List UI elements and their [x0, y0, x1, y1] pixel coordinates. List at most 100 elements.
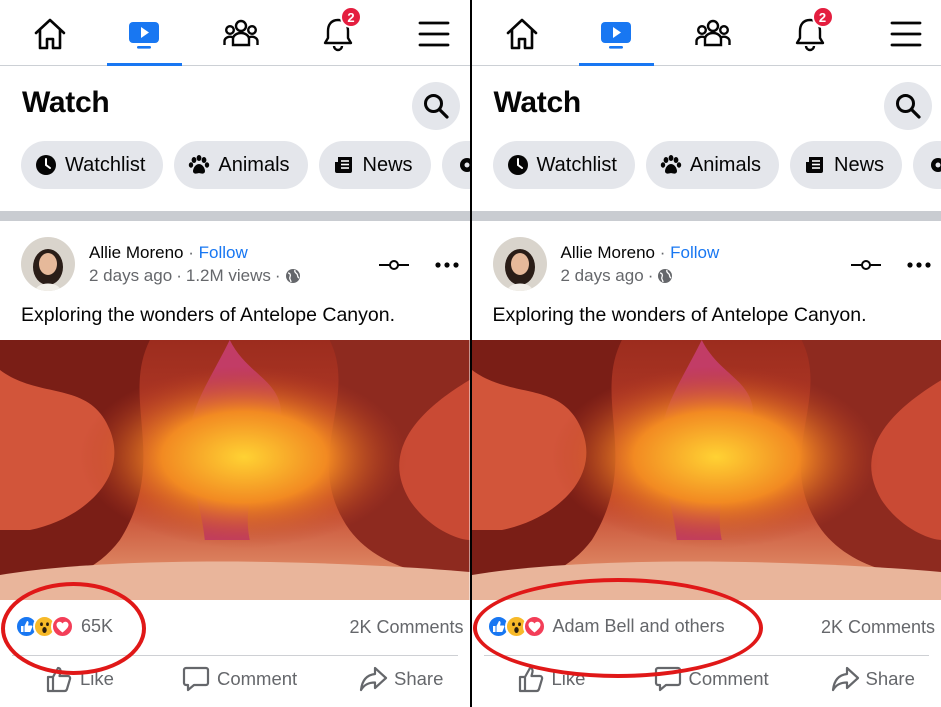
page-title: Watch — [493, 86, 582, 119]
post-video[interactable] — [0, 340, 470, 600]
category-chips: Watchlist Animals News — [21, 141, 470, 189]
reactions-summary[interactable]: 65K — [15, 615, 113, 638]
newspaper-icon — [334, 157, 352, 173]
search-button[interactable] — [883, 82, 932, 130]
chip-more[interactable] — [441, 141, 470, 189]
watch-icon — [129, 22, 159, 49]
gear-icon — [931, 158, 941, 172]
chip-label: Watchlist — [536, 153, 617, 176]
like-label: Like — [551, 668, 586, 689]
avatar[interactable] — [21, 237, 75, 291]
separator-dot: · — [188, 243, 194, 262]
search-icon — [895, 94, 921, 119]
chip-more[interactable] — [913, 141, 941, 189]
save-icon[interactable] — [378, 255, 410, 275]
watch-icon — [600, 22, 631, 49]
nav-watch-button[interactable] — [120, 10, 168, 58]
share-button[interactable]: Share — [358, 664, 443, 694]
paw-icon — [660, 155, 682, 174]
share-button[interactable]: Share — [830, 664, 915, 694]
thumbs-up-icon — [46, 666, 72, 693]
active-tab-indicator — [107, 63, 182, 66]
comment-icon — [182, 666, 210, 692]
search-icon — [424, 94, 449, 119]
chip-label: News — [834, 153, 885, 176]
reactions-summary[interactable]: Adam Bell and others — [486, 615, 725, 638]
nav-groups-button[interactable] — [689, 10, 737, 58]
separator-dot: · — [274, 266, 281, 285]
nav-notifications-button[interactable]: 2 — [786, 6, 834, 58]
canyon-image — [0, 340, 470, 600]
menu-icon — [890, 21, 921, 47]
avatar[interactable] — [492, 237, 547, 291]
reactions-count: 65K — [81, 616, 114, 636]
notification-badge: 2 — [340, 6, 362, 28]
author-name[interactable]: Allie Moreno — [89, 243, 184, 262]
comment-icon — [654, 666, 681, 692]
comment-label: Comment — [217, 668, 298, 689]
post-time: 2 days ago — [89, 266, 173, 285]
nav-watch-button[interactable] — [592, 10, 640, 58]
more-options-icon[interactable] — [905, 256, 933, 274]
chip-news[interactable]: News — [790, 141, 903, 189]
chip-label: Animals — [218, 153, 290, 176]
save-icon[interactable] — [850, 255, 882, 275]
comment-button[interactable]: Comment — [653, 664, 769, 694]
chip-label: News — [362, 153, 413, 176]
like-button[interactable]: Like — [516, 664, 586, 694]
comments-count[interactable]: 2K Comments — [821, 617, 935, 638]
newspaper-icon — [806, 157, 824, 173]
active-tab-indicator — [578, 63, 654, 66]
section-divider — [471, 211, 941, 221]
share-label: Share — [394, 668, 444, 689]
follow-link[interactable]: Follow — [670, 243, 719, 262]
chip-watchlist[interactable]: Watchlist — [492, 141, 635, 189]
nav-home-button[interactable] — [498, 10, 546, 58]
separator-dot: · — [659, 243, 666, 262]
post-meta: 2 days ago · — [561, 266, 674, 286]
post-author-line: Allie Moreno · Follow — [89, 243, 248, 263]
comment-button[interactable]: Comment — [181, 664, 297, 694]
author-name[interactable]: Allie Moreno — [561, 243, 656, 262]
top-nav-bar: 2 — [471, 0, 941, 66]
paw-icon — [189, 155, 210, 174]
share-icon — [831, 666, 859, 692]
like-button[interactable]: Like — [44, 664, 114, 694]
nav-groups-button[interactable] — [217, 10, 265, 58]
home-icon — [506, 18, 537, 50]
post-meta: 2 days ago · 1.2M views · — [89, 266, 301, 286]
gear-icon — [459, 158, 470, 172]
post-video[interactable] — [471, 340, 941, 600]
nav-menu-button[interactable] — [410, 10, 458, 58]
nav-notifications-button[interactable]: 2 — [314, 6, 362, 58]
reactions-names: Adam Bell and others — [552, 616, 725, 636]
chip-label: Watchlist — [65, 153, 146, 176]
post-actions: Like Comment Share — [0, 664, 470, 700]
chip-animals[interactable]: Animals — [645, 141, 780, 189]
share-label: Share — [865, 668, 915, 689]
share-icon — [359, 666, 388, 692]
panel-left: 2 Watch Watchlist Animals News Allie Mor… — [0, 0, 470, 707]
chip-watchlist[interactable]: Watchlist — [21, 141, 164, 189]
nav-menu-button[interactable] — [882, 10, 930, 58]
panel-right: 2 Watch Watchlist Animals News Allie Mor… — [471, 0, 941, 707]
separator-dot: · — [176, 266, 182, 285]
comparison-stage: 2 Watch Watchlist Animals News Allie Mor… — [0, 0, 941, 707]
follow-link[interactable]: Follow — [199, 243, 248, 262]
chip-animals[interactable]: Animals — [174, 141, 308, 189]
chip-news[interactable]: News — [318, 141, 431, 189]
like-label: Like — [80, 668, 114, 689]
clock-icon — [36, 155, 56, 175]
notification-badge: 2 — [811, 6, 834, 28]
more-options-icon[interactable] — [433, 256, 461, 274]
avatar-image — [21, 237, 75, 291]
groups-icon — [694, 19, 731, 47]
comments-count[interactable]: 2K Comments — [349, 617, 463, 638]
post-actions: Like Comment Share — [472, 664, 941, 700]
actions-divider — [12, 655, 458, 656]
nav-home-button[interactable] — [26, 10, 74, 58]
search-button[interactable] — [412, 82, 460, 130]
post-caption: Exploring the wonders of Antelope Canyon… — [21, 304, 395, 326]
love-reaction-icon — [51, 615, 74, 638]
chip-label: Animals — [689, 153, 762, 176]
